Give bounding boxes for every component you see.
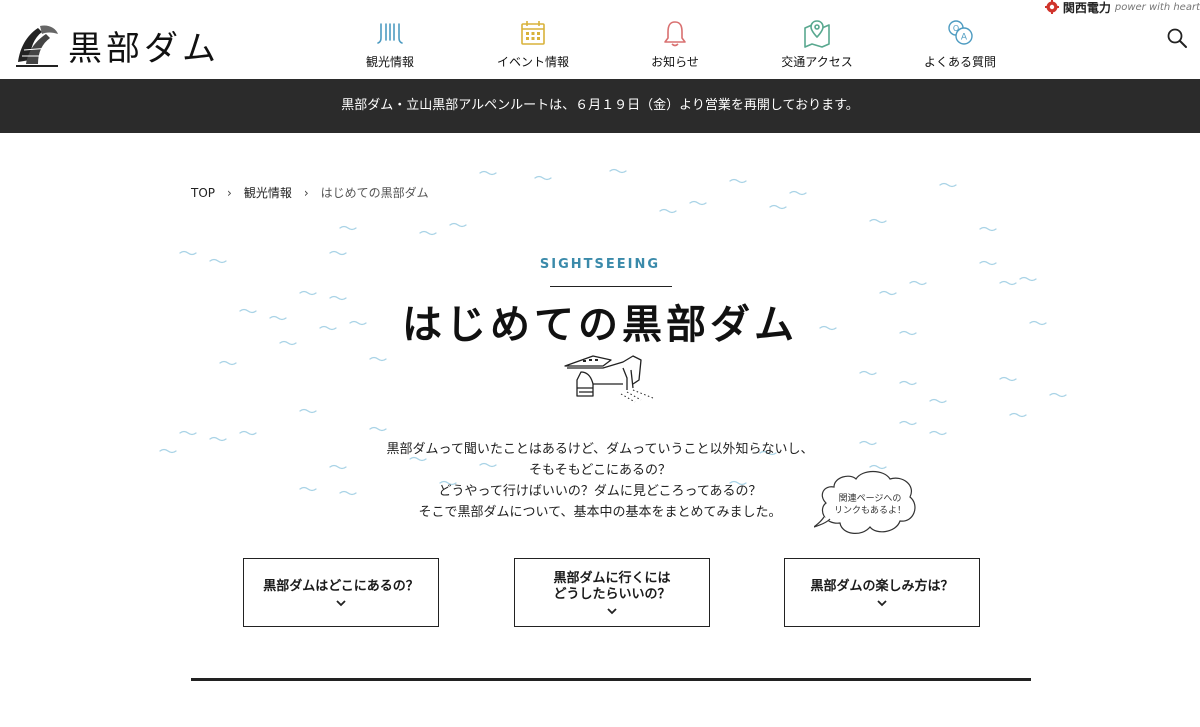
kansai-gear-icon (1044, 0, 1059, 14)
nav-events[interactable]: イベント情報 (473, 18, 593, 70)
intro-line: どうやって行けばいいの？ダムに見どころってあるの？ (438, 484, 762, 499)
notice-bar[interactable]: 黒部ダム・立山黒部アルペンルートは、６月１９日（金）より営業を再開しております。 (0, 79, 1200, 133)
nav-news[interactable]: お知らせ (615, 18, 735, 70)
logo-text: 黒部ダム (68, 28, 220, 69)
speech-cloud-text: 関連ページへの リンクもあるよ！ (828, 493, 912, 517)
card-label: 黒部ダムの楽しみ方は？ (810, 578, 954, 594)
breadcrumb-separator: › (303, 185, 309, 200)
nav-faq[interactable]: Q A よくある質問 (900, 18, 1020, 70)
site-logo[interactable]: 黒部ダム (12, 20, 220, 70)
breadcrumb-sightseeing-link[interactable]: 観光情報 (244, 184, 292, 201)
svg-text:Q: Q (953, 24, 959, 33)
nav-label: お知らせ (651, 55, 699, 69)
chevron-down-icon (607, 607, 617, 614)
faq-icon: Q A (948, 20, 973, 45)
breadcrumb-separator: › (227, 185, 232, 200)
intro-line: そこで黒部ダムについて、基本中の基本をまとめてみました。 (418, 505, 782, 520)
card-location[interactable]: 黒部ダムはどこにあるの？ (243, 558, 439, 627)
card-label: 黒部ダムに行くには どうしたらいいの？ (553, 570, 671, 602)
breadcrumb-top-link[interactable]: TOP (191, 186, 215, 200)
card-label: 黒部ダムはどこにあるの？ (263, 578, 419, 594)
svg-text:A: A (961, 33, 968, 43)
kansai-name: 関西電力 (1062, 0, 1111, 15)
site-header: 黒部ダム 観光情報 イベント情報 お知らせ 交通アクセス Q A よくある質問 … (0, 0, 1200, 79)
nav-access[interactable]: 交通アクセス (757, 18, 877, 70)
chevron-down-icon (877, 599, 887, 606)
search-icon[interactable] (1166, 27, 1188, 49)
breadcrumb-current: はじめての黒部ダム (320, 186, 429, 200)
card-access[interactable]: 黒部ダムに行くには どうしたらいいの？ (514, 558, 710, 627)
kansai-electric-logo[interactable]: 関西電力 power with heart (1044, 0, 1200, 15)
nav-label: 交通アクセス (781, 55, 853, 69)
nav-label: イベント情報 (496, 55, 569, 69)
intro-line: そもそもどこにあるの？ (528, 463, 672, 478)
eyebrow-underline (550, 286, 672, 287)
kansai-tagline: power with heart (1114, 1, 1200, 13)
nav-label: 観光情報 (365, 55, 414, 69)
sightseeing-icon (377, 23, 403, 44)
card-enjoy[interactable]: 黒部ダムの楽しみ方は？ (784, 558, 980, 627)
speech-line: リンクもあるよ！ (833, 506, 906, 516)
nav-label: よくある質問 (923, 55, 996, 69)
dam-illustration-icon (564, 355, 654, 403)
dam-logo-icon (16, 25, 58, 67)
speech-line: 関連ページへの (838, 494, 902, 504)
nav-sightseeing[interactable]: 観光情報 (330, 18, 450, 70)
breadcrumb: TOP › 観光情報 › はじめての黒部ダム (191, 184, 429, 201)
notice-text: 黒部ダム・立山黒部アルペンルートは、６月１９日（金）より営業を再開しております。 (341, 98, 859, 113)
calendar-icon (521, 21, 545, 45)
bell-icon (664, 21, 686, 47)
chevron-down-icon (336, 599, 346, 606)
page-title: はじめての黒部ダム (402, 302, 798, 348)
intro-text: 黒部ダムって聞いたことはあるけど、ダムっていうこと以外知らないし、 そもそもどこ… (0, 439, 1200, 523)
map-pin-icon (804, 20, 830, 48)
intro-line: 黒部ダムって聞いたことはあるけど、ダムっていうこと以外知らないし、 (386, 442, 814, 457)
section-eyebrow: SIGHTSEEING (539, 257, 661, 272)
section-divider (191, 678, 1031, 681)
